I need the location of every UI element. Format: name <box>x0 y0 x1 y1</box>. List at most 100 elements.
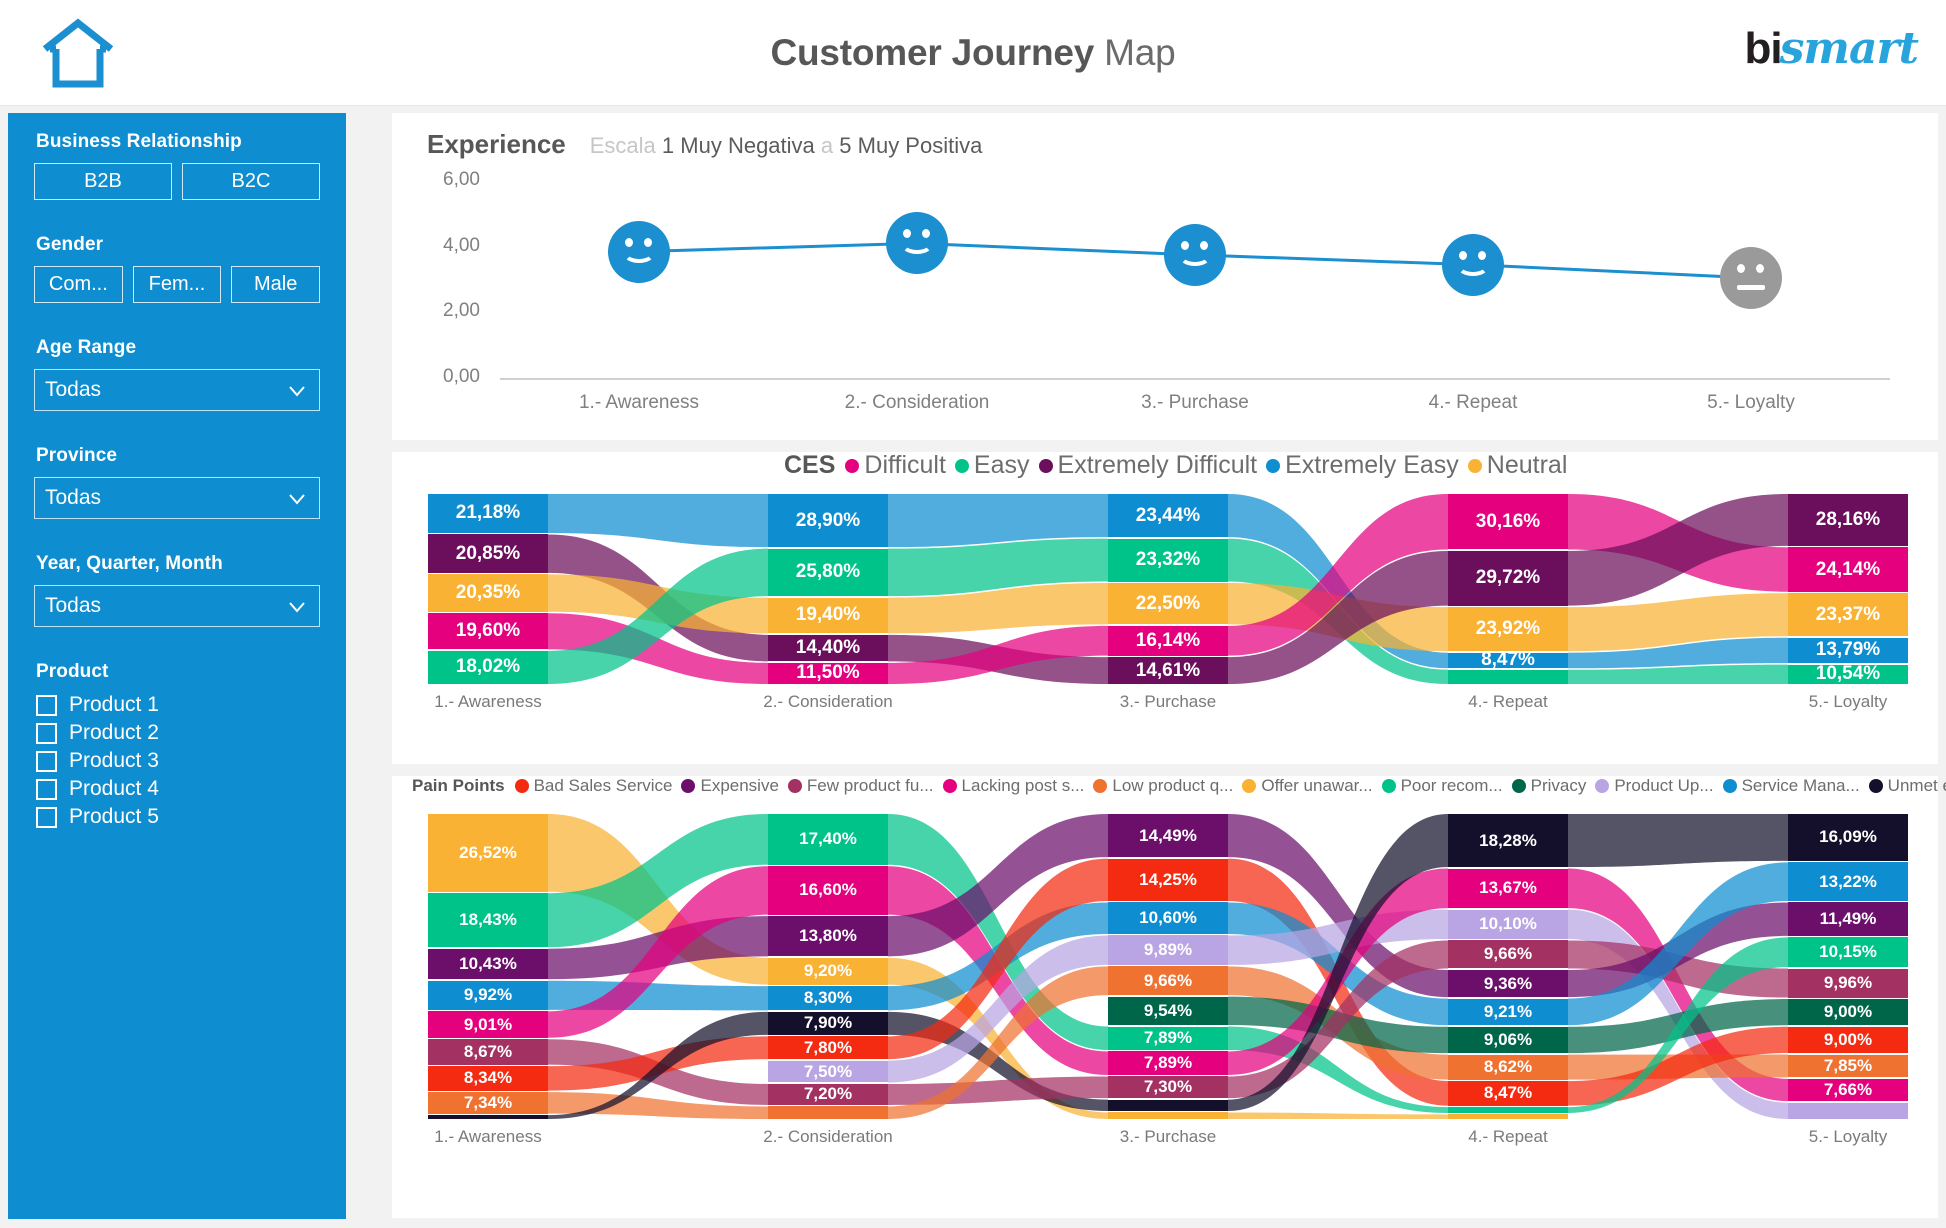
filter-option-b2c[interactable]: B2C <box>182 163 320 200</box>
sankey-node[interactable]: 16,09% <box>1788 814 1908 861</box>
sankey-node[interactable]: 9,01% <box>428 1011 548 1038</box>
sankey-node[interactable]: 7,85% <box>1788 1054 1908 1078</box>
sankey-node[interactable]: 7,89% <box>1108 1026 1228 1050</box>
sankey-node[interactable]: 13,67% <box>1448 868 1568 909</box>
checkbox-icon[interactable] <box>36 694 57 716</box>
sankey-node[interactable]: 13,80% <box>768 916 888 957</box>
legend-item[interactable]: Offer unawar... <box>1242 776 1373 796</box>
sankey-node[interactable]: 10,43% <box>428 948 548 980</box>
sankey-node[interactable]: 8,47% <box>1448 652 1568 669</box>
experience-marker-smile[interactable] <box>886 212 948 275</box>
sankey-node[interactable]: 10,54% <box>1788 664 1908 684</box>
sankey-node[interactable]: 9,21% <box>1448 998 1568 1026</box>
sankey-node[interactable]: 9,36% <box>1448 969 1568 998</box>
product-checkbox-3[interactable]: Product 3 <box>36 749 320 773</box>
checkbox-icon[interactable] <box>36 750 57 772</box>
sankey-node[interactable]: 20,35% <box>428 574 548 612</box>
legend-item[interactable]: Few product fu... <box>787 776 934 796</box>
sankey-node[interactable]: 14,40% <box>768 634 888 662</box>
sankey-node[interactable]: 19,60% <box>428 613 548 650</box>
sankey-node[interactable]: 8,62% <box>1448 1054 1568 1080</box>
year-quarter-month-dropdown[interactable]: Todas <box>34 585 320 627</box>
sankey-node[interactable]: 8,34% <box>428 1066 548 1091</box>
checkbox-icon[interactable] <box>36 806 57 828</box>
sankey-node[interactable]: 9,00% <box>1788 1026 1908 1054</box>
sankey-node[interactable] <box>428 1115 548 1119</box>
legend-item[interactable]: Poor recom... <box>1381 776 1503 796</box>
sankey-node[interactable]: 11,49% <box>1788 902 1908 936</box>
province-dropdown[interactable]: Todas <box>34 477 320 519</box>
sankey-node[interactable]: 7,20% <box>768 1083 888 1105</box>
sankey-node[interactable]: 7,90% <box>768 1011 888 1035</box>
sankey-node[interactable]: 17,40% <box>768 814 888 865</box>
checkbox-icon[interactable] <box>36 778 57 800</box>
sankey-node[interactable]: 9,00% <box>1788 999 1908 1026</box>
legend-item[interactable]: Privacy <box>1511 776 1586 796</box>
sankey-node[interactable]: 14,61% <box>1108 657 1228 684</box>
sankey-node[interactable]: 7,50% <box>768 1060 888 1083</box>
sankey-node[interactable]: 8,67% <box>428 1039 548 1065</box>
sankey-node[interactable] <box>1108 1112 1228 1119</box>
sankey-node[interactable]: 28,16% <box>1788 494 1908 546</box>
sankey-node[interactable] <box>1448 1114 1568 1119</box>
sankey-ribbon[interactable] <box>1228 1112 1448 1119</box>
sankey-node[interactable]: 29,72% <box>1448 550 1568 606</box>
sankey-node[interactable]: 9,96% <box>1788 968 1908 998</box>
sankey-node[interactable]: 7,34% <box>428 1092 548 1114</box>
product-checkbox-5[interactable]: Product 5 <box>36 805 320 829</box>
experience-marker-smile[interactable] <box>1442 233 1504 296</box>
sankey-node[interactable]: 10,15% <box>1788 937 1908 967</box>
sankey-node[interactable]: 28,90% <box>768 494 888 548</box>
sankey-node[interactable]: 22,50% <box>1108 583 1228 625</box>
experience-marker-smile[interactable] <box>608 220 670 283</box>
age-range-dropdown[interactable]: Todas <box>34 369 320 411</box>
sankey-node[interactable] <box>1448 1107 1568 1113</box>
sankey-node[interactable]: 7,80% <box>768 1036 888 1060</box>
product-checkbox-2[interactable]: Product 2 <box>36 721 320 745</box>
sankey-node[interactable]: 9,89% <box>1108 935 1228 965</box>
sankey-node[interactable]: 23,37% <box>1788 593 1908 637</box>
sankey-node[interactable]: 9,66% <box>1108 966 1228 996</box>
legend-item[interactable]: Expensive <box>681 776 779 796</box>
legend-item[interactable]: Neutral <box>1467 451 1567 480</box>
sankey-node[interactable]: 16,14% <box>1108 625 1228 656</box>
sankey-node[interactable] <box>1788 1102 1908 1119</box>
legend-item[interactable]: Extremely Easy <box>1266 451 1459 480</box>
legend-item[interactable]: Difficult <box>845 451 946 480</box>
filter-option-female[interactable]: Fem... <box>132 266 222 303</box>
sankey-node[interactable]: 21,18% <box>428 494 548 533</box>
sankey-node[interactable]: 23,32% <box>1108 538 1228 582</box>
sankey-node[interactable]: 14,49% <box>1108 814 1228 858</box>
filter-option-company[interactable]: Com... <box>34 266 123 303</box>
sankey-node[interactable]: 13,22% <box>1788 862 1908 901</box>
sankey-node[interactable]: 20,85% <box>428 534 548 573</box>
sankey-node[interactable]: 18,02% <box>428 650 548 684</box>
filter-option-b2b[interactable]: B2B <box>34 163 172 200</box>
sankey-node[interactable]: 10,60% <box>1108 902 1228 934</box>
sankey-node[interactable]: 7,89% <box>1108 1051 1228 1075</box>
experience-marker-neutral[interactable] <box>1720 246 1782 309</box>
sankey-node[interactable]: 30,16% <box>1448 494 1568 550</box>
sankey-node[interactable]: 26,52% <box>428 814 548 892</box>
sankey-node[interactable]: 23,92% <box>1448 607 1568 652</box>
legend-item[interactable]: Low product q... <box>1093 776 1233 796</box>
sankey-node[interactable]: 9,66% <box>1448 940 1568 969</box>
legend-item[interactable]: Unmet expect... <box>1868 776 1946 796</box>
sankey-node[interactable]: 14,25% <box>1108 858 1228 901</box>
sankey-node[interactable]: 18,28% <box>1448 814 1568 867</box>
legend-item[interactable]: Lacking post s... <box>942 776 1084 796</box>
legend-item[interactable]: Product Up... <box>1595 776 1714 796</box>
checkbox-icon[interactable] <box>36 722 57 744</box>
sankey-node[interactable] <box>768 1106 888 1119</box>
sankey-node[interactable]: 9,92% <box>428 980 548 1010</box>
sankey-node[interactable]: 19,40% <box>768 597 888 634</box>
legend-item[interactable]: Easy <box>954 451 1030 480</box>
experience-marker-smile[interactable] <box>1164 223 1226 286</box>
sankey-node[interactable]: 16,60% <box>768 866 888 915</box>
product-checkbox-4[interactable]: Product 4 <box>36 777 320 801</box>
sankey-node[interactable]: 23,44% <box>1108 494 1228 538</box>
sankey-node[interactable]: 7,66% <box>1788 1078 1908 1102</box>
sankey-node[interactable]: 8,30% <box>768 986 888 1011</box>
sankey-node[interactable]: 9,54% <box>1108 996 1228 1025</box>
sankey-node[interactable]: 8,47% <box>1448 1081 1568 1106</box>
